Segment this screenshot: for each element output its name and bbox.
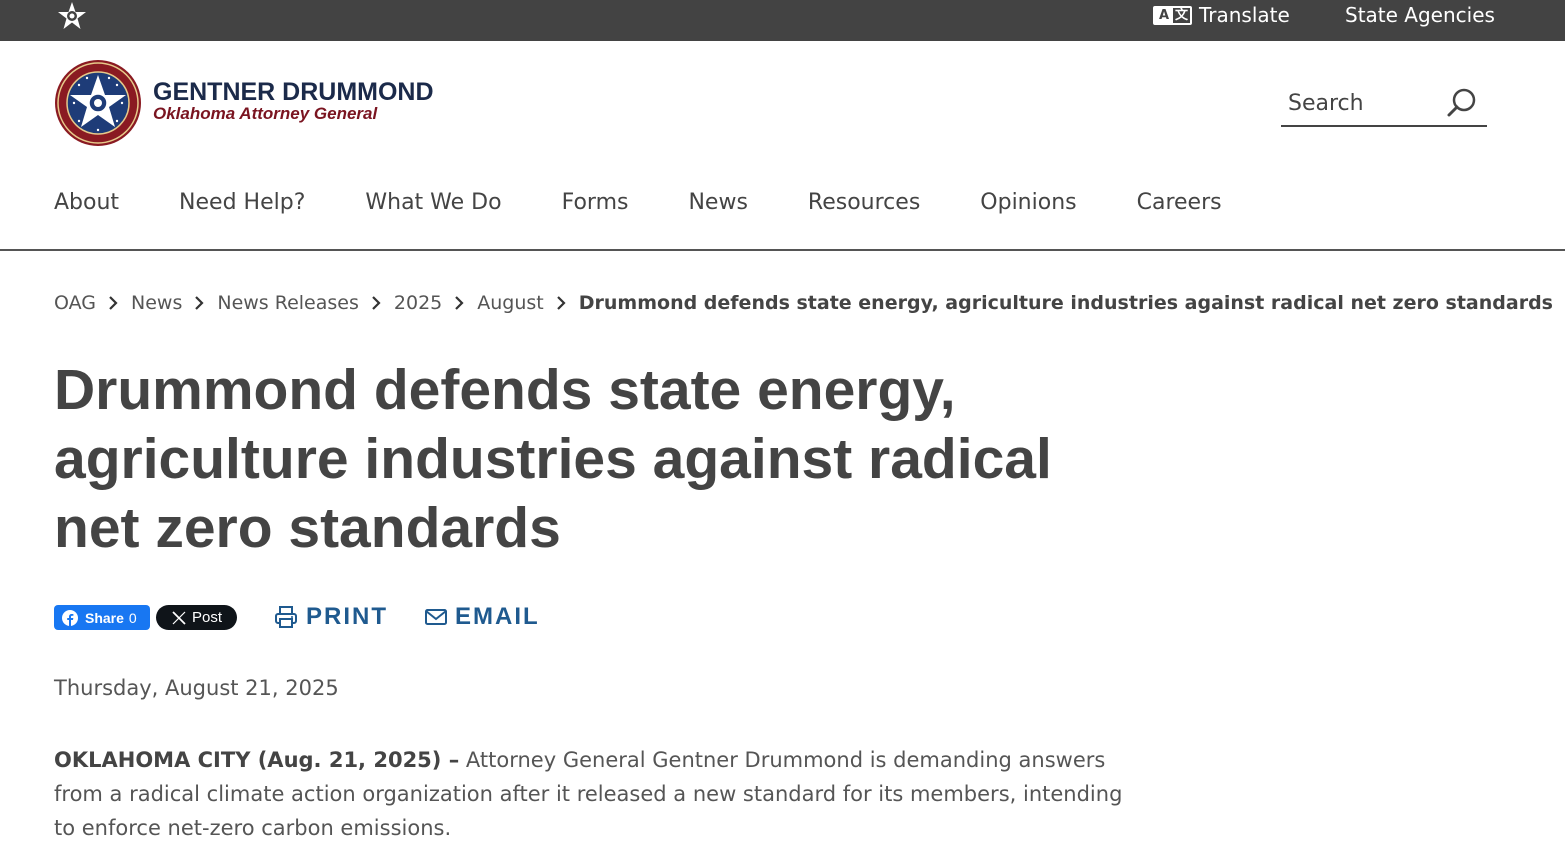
facebook-share-count: 0	[128, 609, 137, 626]
nav-item-opinions[interactable]: Opinions	[980, 186, 1076, 220]
nav-item-forms[interactable]: Forms	[562, 186, 629, 220]
brand-subtitle: Oklahoma Attorney General	[153, 104, 378, 123]
search-box	[1281, 83, 1487, 127]
translate-icon: A 文	[1153, 5, 1192, 25]
site-brand[interactable]: GENTNER DRUMMOND Oklahoma Attorney Gener…	[153, 78, 434, 124]
breadcrumb-current: Drummond defends state energy, agricultu…	[578, 292, 1553, 314]
attorney-general-seal-logo[interactable]	[54, 59, 142, 147]
nav-divider	[0, 249, 1565, 251]
article-dateline: OKLAHOMA CITY (Aug. 21, 2025) –	[54, 748, 460, 772]
nav-item-news[interactable]: News	[688, 186, 747, 220]
printer-icon	[275, 606, 297, 628]
chevron-right-icon	[109, 296, 118, 310]
facebook-icon	[62, 609, 78, 626]
breadcrumb-august[interactable]: August	[477, 292, 544, 314]
email-label: EMAIL	[455, 603, 540, 630]
breadcrumb-2025[interactable]: 2025	[394, 292, 442, 314]
nav-item-what-we-do[interactable]: What We Do	[365, 186, 501, 220]
envelope-icon	[425, 609, 447, 625]
top-utility-bar: A 文 Translate State Agencies	[0, 0, 1565, 41]
nav-item-need-help[interactable]: Need Help?	[179, 186, 305, 220]
oklahoma-star-icon[interactable]	[56, 1, 88, 33]
article-headline: Drummond defends state energy, agricultu…	[54, 358, 1052, 560]
nav-item-resources[interactable]: Resources	[808, 186, 920, 220]
email-button[interactable]: EMAIL	[425, 600, 540, 634]
breadcrumb-oag[interactable]: OAG	[54, 292, 96, 314]
brand-name: GENTNER DRUMMOND	[153, 78, 434, 106]
translate-label: Translate	[1199, 3, 1290, 27]
x-logo-icon	[172, 610, 186, 625]
x-post-label: Post	[192, 609, 223, 626]
article-date: Thursday, August 21, 2025	[54, 676, 339, 700]
chevron-right-icon	[455, 296, 464, 310]
chevron-right-icon	[195, 296, 204, 310]
article-lead-paragraph: OKLAHOMA CITY (Aug. 21, 2025) – Attorney…	[54, 743, 1124, 845]
nav-item-about[interactable]: About	[54, 186, 119, 220]
facebook-share-label: Share	[85, 609, 124, 626]
print-label: PRINT	[306, 603, 388, 630]
search-icon[interactable]	[1445, 86, 1479, 120]
nav-item-careers[interactable]: Careers	[1137, 186, 1222, 220]
state-agencies-link[interactable]: State Agencies	[1345, 2, 1495, 28]
breadcrumb-news-releases[interactable]: News Releases	[217, 292, 359, 314]
translate-button[interactable]: A 文 Translate	[1153, 2, 1290, 28]
facebook-share-button[interactable]: Share 0	[54, 605, 150, 630]
breadcrumb-news[interactable]: News	[131, 292, 182, 314]
chevron-right-icon	[556, 296, 566, 310]
search-input[interactable]	[1288, 87, 1438, 119]
main-nav: About Need Help? What We Do Forms News R…	[54, 186, 1282, 220]
breadcrumb: OAG News News Releases 2025 August Drumm…	[54, 292, 1553, 314]
chevron-right-icon	[372, 296, 381, 310]
print-button[interactable]: PRINT	[274, 600, 388, 634]
x-post-button[interactable]: Post	[156, 605, 237, 630]
